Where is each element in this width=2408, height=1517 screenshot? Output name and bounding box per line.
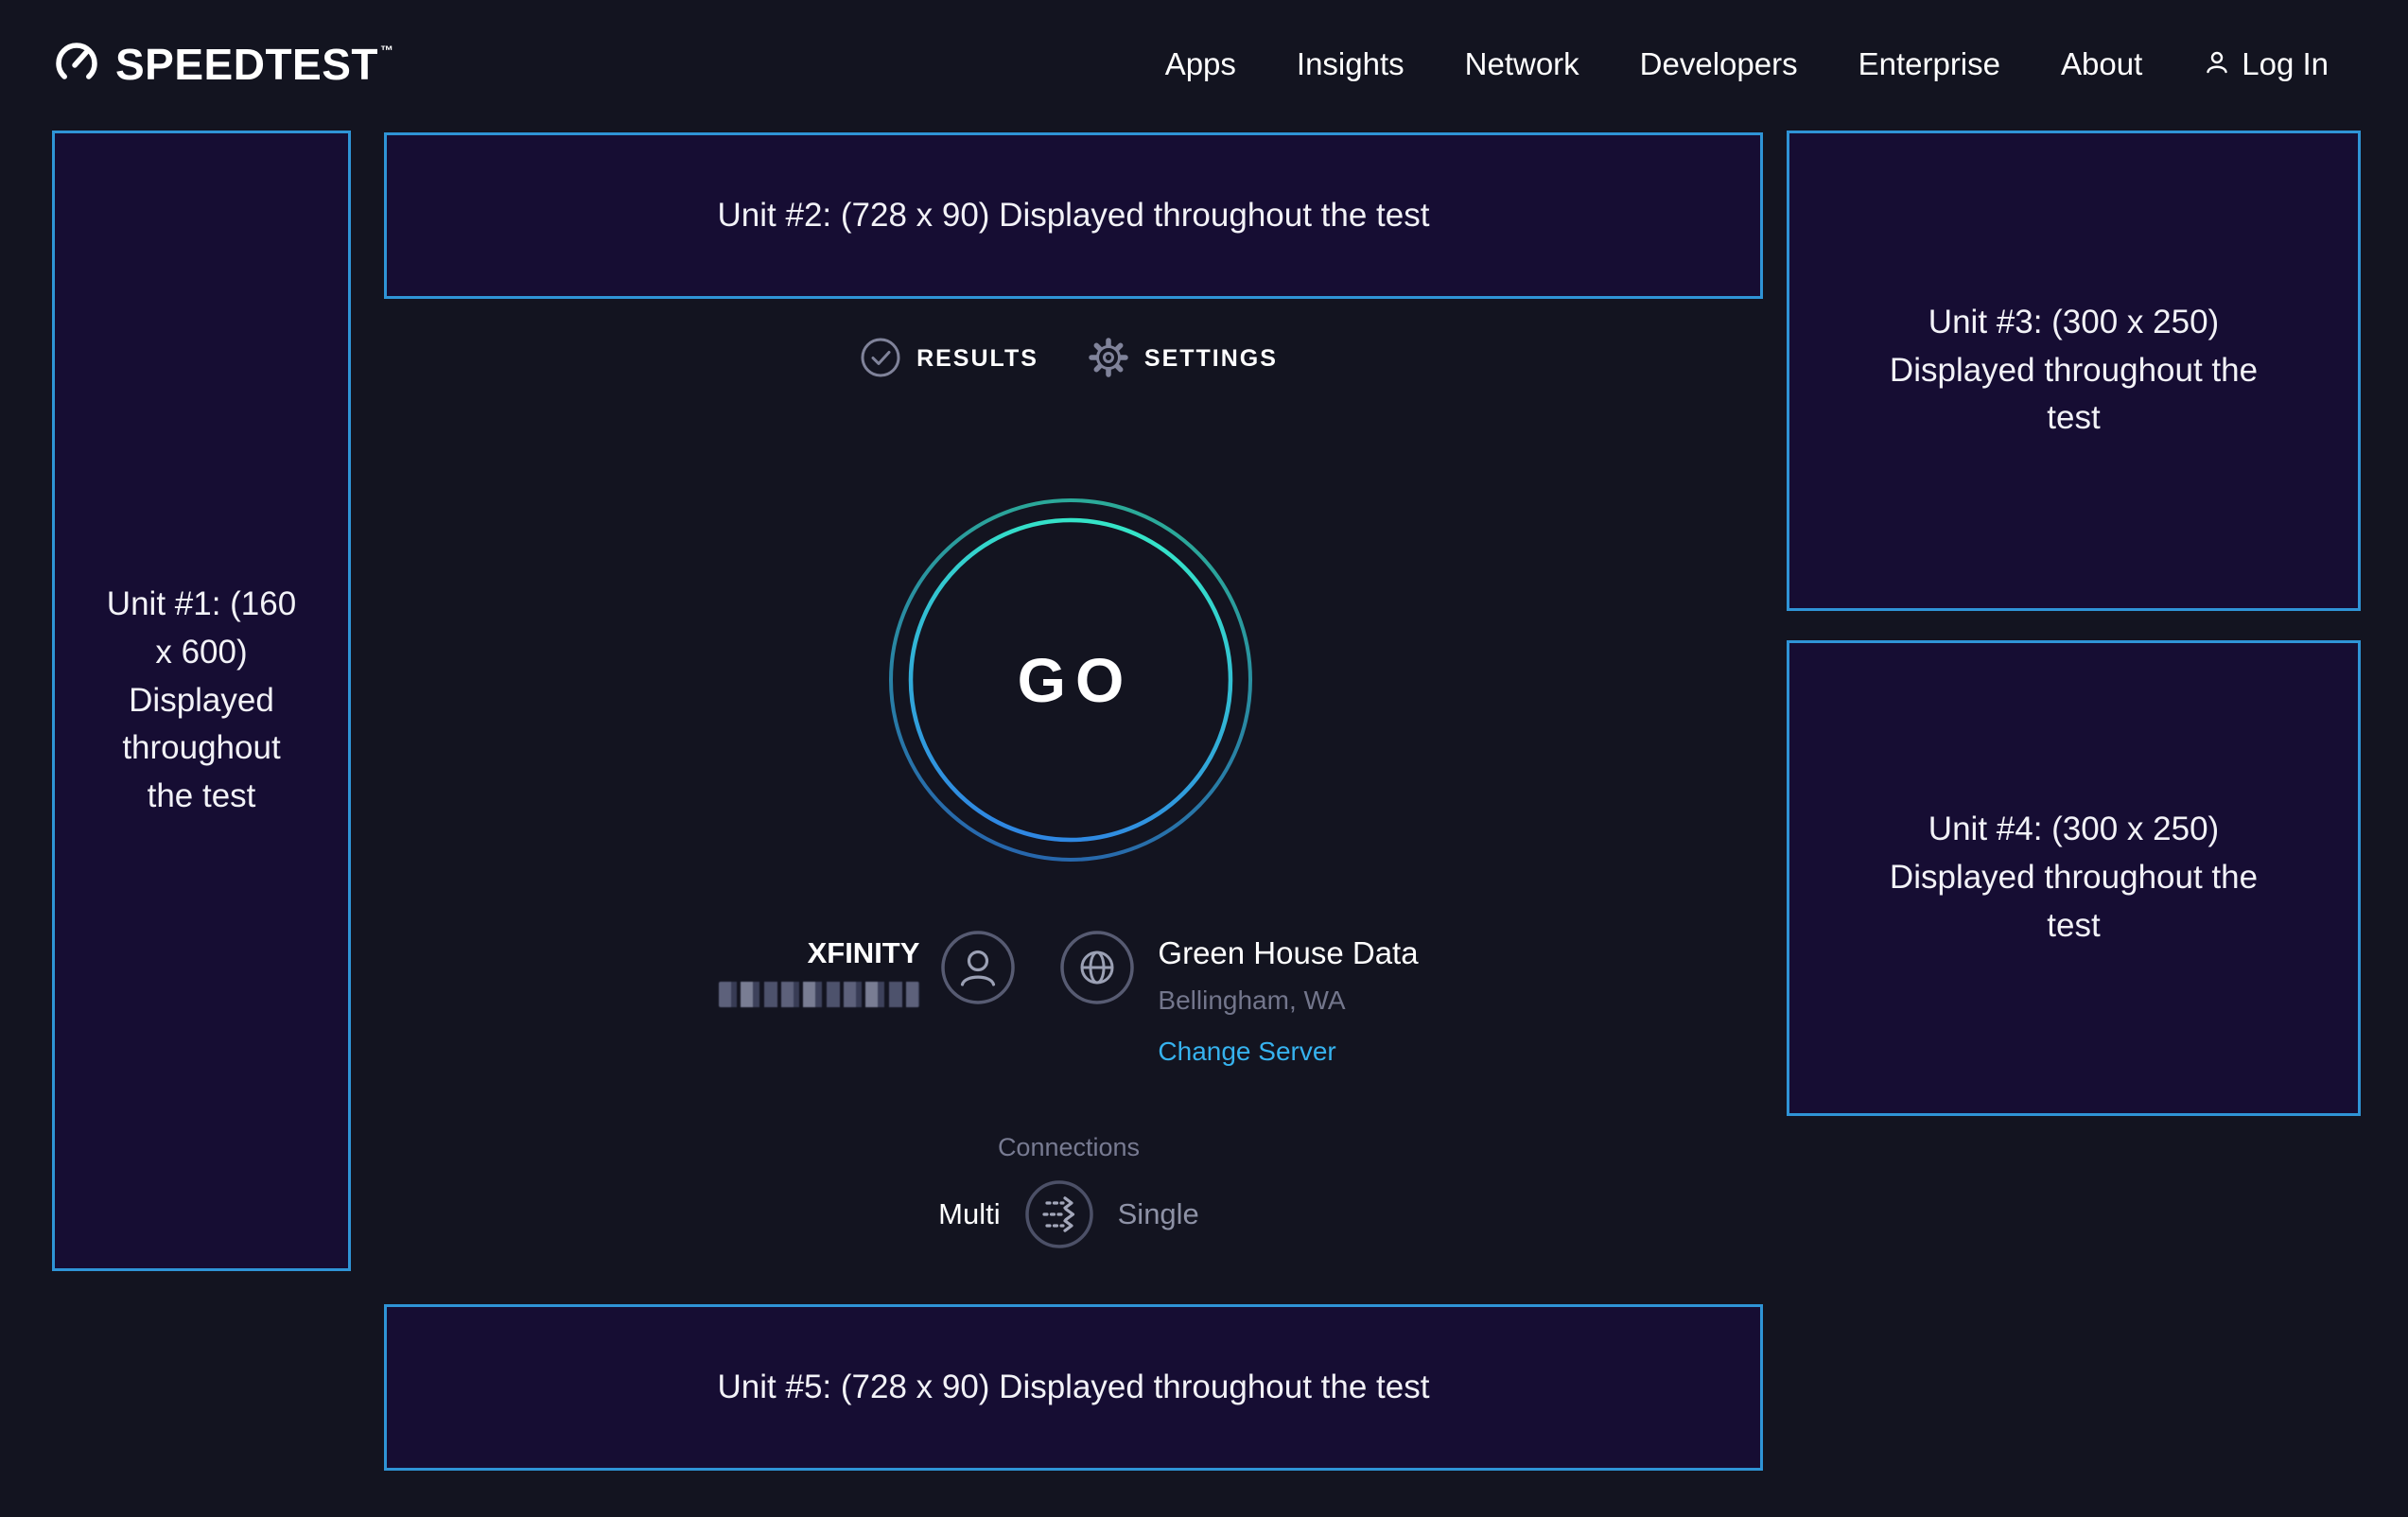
tabs-row: RESULTS SETTINGS (350, 337, 1788, 381)
login-link[interactable]: Log In (2203, 46, 2329, 82)
connections-section: Connections Multi (350, 1129, 1788, 1250)
ad-unit-5[interactable]: Unit #5: (728 x 90) Displayed throughout… (384, 1304, 1763, 1471)
connections-toggle[interactable] (1023, 1178, 1095, 1250)
ad-unit-4[interactable]: Unit #4: (300 x 250) Displayed throughou… (1787, 640, 2361, 1116)
multi-connection-arrows-icon (1023, 1239, 1095, 1253)
speedtest-logo[interactable]: SPEEDTEST™ (52, 37, 394, 93)
ad-unit-2[interactable]: Unit #2: (728 x 90) Displayed throughout… (384, 132, 1763, 299)
top-nav-bar: SPEEDTEST™ Apps Insights Network Develop… (0, 0, 2408, 129)
settings-tab[interactable]: SETTINGS (1088, 337, 1278, 381)
ad-unit-3[interactable]: Unit #3: (300 x 250) Displayed throughou… (1787, 131, 2361, 611)
nav-item-network[interactable]: Network (1465, 46, 1579, 82)
server-text: Green House Data Bellingham, WA Change S… (1158, 927, 1418, 1067)
nav-item-developers[interactable]: Developers (1640, 46, 1798, 82)
change-server-link[interactable]: Change Server (1158, 1036, 1335, 1068)
connections-row: Multi Singl (938, 1178, 1199, 1250)
isp-block: XFINITY (719, 927, 1016, 1010)
main-nav: Apps Insights Network Developers Enterpr… (1165, 46, 2329, 82)
ad-unit-1-text: Unit #1: (160 x 600) Displayed throughou… (99, 581, 304, 821)
ad-unit-2-text: Unit #2: (728 x 90) Displayed throughout… (718, 192, 1430, 240)
nav-item-enterprise[interactable]: Enterprise (1858, 46, 2000, 82)
isp-name: XFINITY (808, 933, 920, 974)
censored-isp-details (719, 982, 919, 1007)
results-tab-label: RESULTS (916, 345, 1038, 373)
server-block: Green House Data Bellingham, WA Change S… (1059, 927, 1418, 1067)
nav-item-insights[interactable]: Insights (1297, 46, 1405, 82)
nav-item-apps[interactable]: Apps (1165, 46, 1236, 82)
ad-unit-4-text: Unit #4: (300 x 250) Displayed throughou… (1885, 806, 2263, 950)
server-name: Green House Data (1158, 933, 1418, 974)
speedtest-page: SPEEDTEST™ Apps Insights Network Develop… (0, 0, 2408, 1517)
nav-item-about[interactable]: About (2061, 46, 2142, 82)
user-circle-icon (940, 930, 1016, 1010)
go-button-label: GO (881, 491, 1260, 869)
connections-option-single[interactable]: Single (1118, 1197, 1199, 1231)
login-label: Log In (2242, 46, 2329, 82)
globe-icon (1059, 930, 1135, 1010)
check-circle-icon (860, 337, 901, 381)
connections-option-multi[interactable]: Multi (938, 1197, 1000, 1231)
ad-unit-5-text: Unit #5: (728 x 90) Displayed throughout… (718, 1364, 1430, 1412)
gear-icon (1088, 337, 1129, 381)
ad-unit-1[interactable]: Unit #1: (160 x 600) Displayed throughou… (52, 131, 351, 1271)
trademark-mark: ™ (380, 43, 394, 58)
go-button[interactable]: GO (881, 491, 1260, 869)
settings-tab-label: SETTINGS (1144, 345, 1278, 373)
connections-label: Connections (998, 1129, 1140, 1165)
isp-text: XFINITY (719, 927, 919, 1007)
brand-name: SPEEDTEST™ (115, 39, 394, 90)
results-tab[interactable]: RESULTS (860, 337, 1038, 381)
user-icon (2203, 48, 2231, 81)
server-location: Bellingham, WA (1158, 985, 1345, 1017)
speedometer-icon (52, 37, 101, 93)
ad-unit-3-text: Unit #3: (300 x 250) Displayed throughou… (1885, 299, 2263, 443)
connection-info-row: XFINITY (350, 927, 1788, 1067)
